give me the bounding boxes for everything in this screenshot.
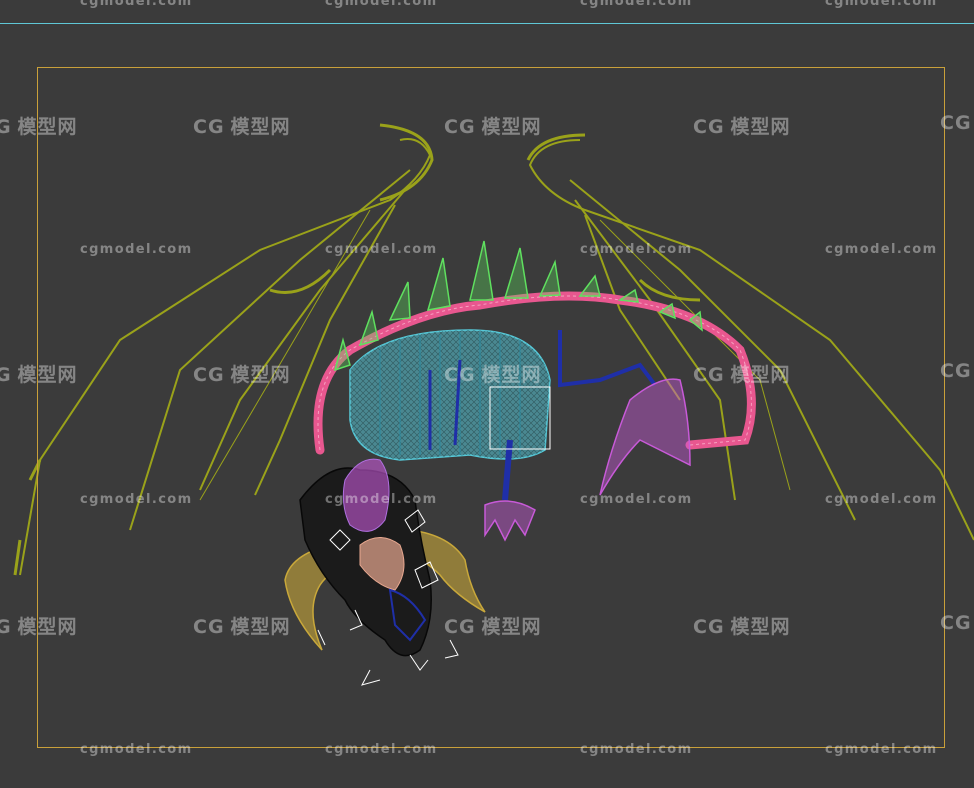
watermark-cn: CG [940,360,972,382]
watermark-latin: cgmodel.com [580,492,693,507]
watermark-cn: CG [940,612,972,634]
watermark-latin: cgmodel.com [80,242,193,257]
watermark-latin: cgmodel.com [580,242,693,257]
watermark-cn: CG模型网 [444,616,542,638]
watermark-cn: CG模型网 [0,616,78,638]
watermark-latin: cgmodel.com [325,742,438,757]
3d-viewport[interactable]: cgmodel.com cgmodel.com cgmodel.com cgmo… [0,0,974,788]
watermark-latin: cgmodel.com [580,0,693,9]
watermark-latin: cgmodel.com [325,0,438,9]
watermark-latin: cgmodel.com [325,492,438,507]
watermark-latin: cgmodel.com [80,0,193,9]
safe-frame [37,67,945,748]
watermark-cn: CG模型网 [693,616,791,638]
watermark-latin: cgmodel.com [825,742,938,757]
watermark-latin: cgmodel.com [580,742,693,757]
watermark-cn: CG模型网 [444,364,542,386]
watermark-cn: CG模型网 [444,116,542,138]
watermark-cn: CG [940,112,972,134]
watermark-latin: cgmodel.com [80,492,193,507]
watermark-latin: cgmodel.com [825,0,938,9]
watermark-cn: CG模型网 [0,116,78,138]
watermark-latin: cgmodel.com [825,492,938,507]
watermark-latin: cgmodel.com [80,742,193,757]
watermark-cn: CG模型网 [0,364,78,386]
watermark-cn: CG模型网 [193,364,291,386]
watermark-latin: cgmodel.com [325,242,438,257]
watermark-cn: CG模型网 [693,364,791,386]
watermark-cn: CG模型网 [193,616,291,638]
watermark-latin: cgmodel.com [825,242,938,257]
watermark-cn: CG模型网 [693,116,791,138]
watermark-cn: CG模型网 [193,116,291,138]
